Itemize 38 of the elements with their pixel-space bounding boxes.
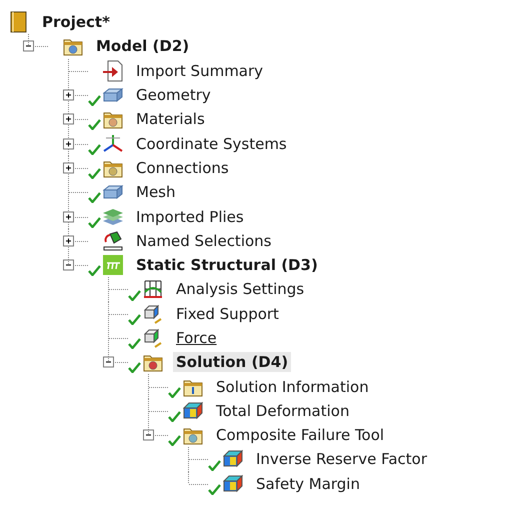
expand-toggle[interactable] (143, 430, 154, 441)
tree-label[interactable]: Mesh (133, 182, 178, 202)
tree-label[interactable]: Connections (133, 158, 232, 178)
expand-toggle[interactable] (63, 138, 74, 150)
tree-label[interactable]: Force (173, 328, 220, 348)
expand-toggle[interactable] (103, 356, 114, 368)
tree-label[interactable]: Materials (133, 109, 208, 130)
tree-label[interactable]: Total Deformation (213, 400, 352, 421)
grid-icon (142, 278, 164, 300)
tree-label[interactable]: Safety Margin (253, 474, 363, 494)
tree-label[interactable]: Imported Plies (133, 206, 247, 227)
tree-label[interactable]: Inverse Reserve Factor (253, 449, 430, 470)
expand-toggle[interactable] (23, 40, 34, 52)
result-cube-icon (182, 400, 204, 422)
result-cube-icon (222, 472, 244, 495)
tree-label[interactable]: Composite Failure Tool (213, 425, 388, 446)
tree-label[interactable]: Solution Information (213, 376, 372, 397)
tree-label[interactable]: Geometry (133, 85, 214, 106)
tree-label[interactable]: Analysis Settings (173, 279, 308, 300)
tree-label[interactable]: Named Selections (133, 230, 274, 251)
document-arrow-icon (102, 60, 124, 82)
expand-toggle[interactable] (63, 90, 74, 101)
tree-label[interactable]: Project* (39, 12, 113, 32)
tree-label[interactable]: Fixed Support (173, 304, 282, 324)
tree-label[interactable]: Import Summary (133, 60, 266, 81)
expand-toggle[interactable] (63, 114, 74, 125)
tree-label[interactable]: Coordinate Systems (133, 134, 290, 154)
expand-toggle[interactable] (63, 235, 74, 246)
tree-label[interactable]: Solution (D4) (173, 352, 292, 372)
cube-icon (142, 327, 164, 349)
structural-icon (102, 254, 124, 276)
expand-toggle[interactable] (63, 260, 74, 271)
selection-icon (102, 230, 124, 252)
cube-icon (142, 302, 164, 325)
tree-label[interactable]: Model (D2) (93, 36, 192, 56)
expand-toggle[interactable] (63, 211, 74, 222)
tree-label[interactable]: Static Structural (D3) (133, 255, 321, 276)
expand-toggle[interactable] (63, 162, 74, 174)
